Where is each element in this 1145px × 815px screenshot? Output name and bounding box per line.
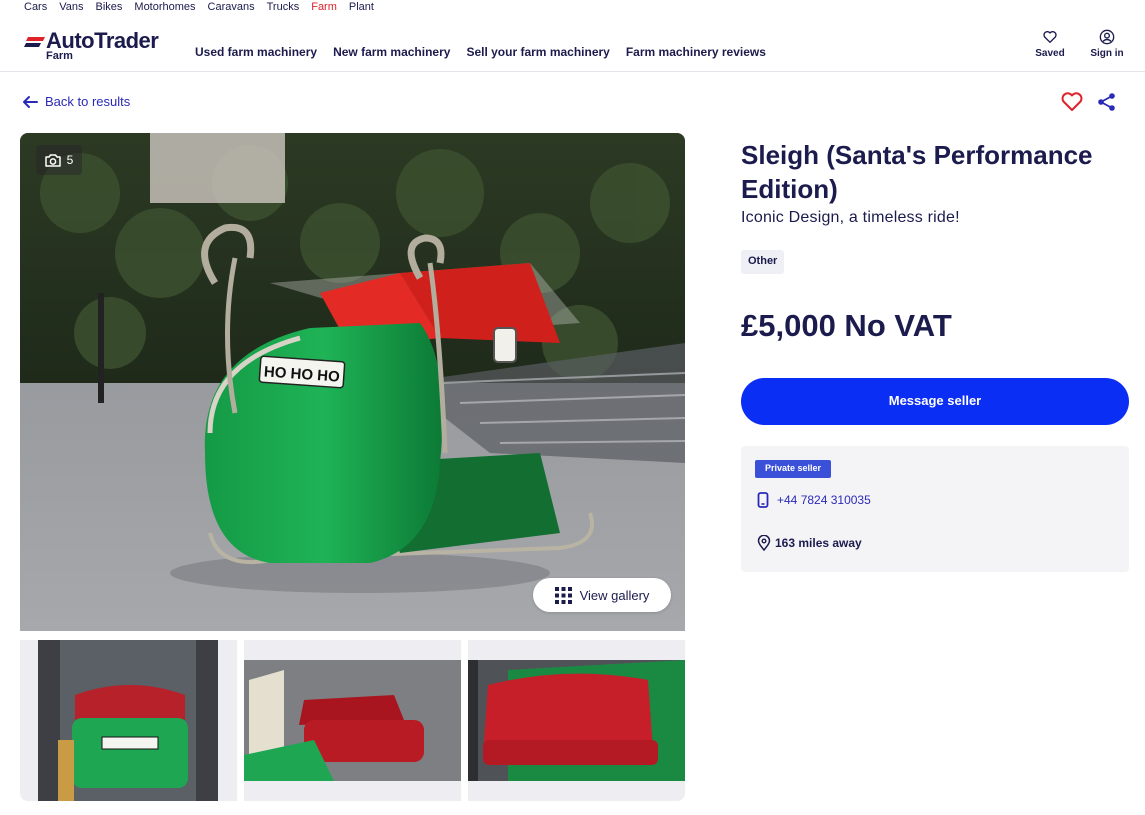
share-icon — [1098, 93, 1115, 111]
view-gallery-label: View gallery — [579, 587, 650, 603]
nav-used-farm-machinery[interactable]: Used farm machinery — [195, 45, 317, 59]
vehicle-nav-plant[interactable]: Plant — [349, 1, 374, 14]
thumbnail-3[interactable] — [468, 640, 685, 801]
listing-title: Sleigh (Santa's Performance Edition) — [741, 140, 1093, 204]
message-seller-button[interactable]: Message seller — [741, 378, 1129, 425]
photo-count-badge: 5 — [36, 145, 82, 175]
thumbnail-strip — [20, 640, 685, 801]
nav-farm-machinery-reviews[interactable]: Farm machinery reviews — [626, 45, 766, 59]
sign-in-label: Sign in — [1090, 48, 1124, 59]
seller-phone-number: +44 7824 310035 — [777, 493, 871, 507]
heart-icon — [1028, 29, 1072, 45]
vehicle-nav-cars[interactable]: Cars — [24, 1, 47, 14]
arrow-left-icon — [23, 95, 38, 108]
back-to-results-link[interactable]: Back to results — [22, 94, 130, 109]
heart-icon — [1061, 92, 1083, 111]
vehicle-nav-caravans[interactable]: Caravans — [208, 1, 255, 14]
camera-icon — [44, 154, 61, 167]
photo-count-value: 5 — [66, 153, 74, 167]
phone-icon — [757, 492, 769, 508]
grid-icon — [554, 586, 572, 604]
main-nav: Used farm machinery New farm machinery S… — [195, 45, 766, 59]
vehicle-nav-motorhomes[interactable]: Motorhomes — [134, 1, 195, 14]
vehicle-nav-trucks[interactable]: Trucks — [267, 1, 300, 14]
sign-in-button[interactable]: Sign in — [1085, 29, 1129, 59]
listing-price: £5,000 No VAT — [741, 308, 952, 343]
saved-label: Saved — [1035, 48, 1065, 59]
vehicle-nav-bikes[interactable]: Bikes — [96, 1, 123, 14]
vehicle-nav-farm[interactable]: Farm — [311, 1, 337, 14]
nav-sell-farm-machinery[interactable]: Sell your farm machinery — [466, 45, 609, 59]
vehicle-nav-vans[interactable]: Vans — [59, 1, 83, 14]
seller-distance-text: 163 miles away — [775, 536, 862, 550]
nav-new-farm-machinery[interactable]: New farm machinery — [333, 45, 450, 59]
seller-phone-link[interactable]: +44 7824 310035 — [757, 492, 871, 508]
view-gallery-button[interactable]: View gallery — [533, 578, 671, 612]
main-listing-photo[interactable]: HO HO HO 5 View gallery — [20, 133, 685, 631]
thumbnail-1[interactable] — [20, 640, 237, 801]
user-circle-icon — [1085, 29, 1129, 45]
logo-sub-text: Farm — [46, 50, 73, 62]
save-listing-button[interactable] — [1060, 91, 1084, 118]
seller-info-card: Private seller +44 7824 310035 163 miles… — [741, 446, 1129, 572]
location-pin-icon — [757, 535, 771, 551]
back-to-results-label: Back to results — [45, 94, 131, 109]
seller-distance: 163 miles away — [757, 535, 862, 551]
autotrader-logo[interactable]: AutoTrader Farm — [24, 28, 169, 62]
listing-subtitle: Iconic Design, a timeless ride! — [741, 209, 960, 226]
logo-swoosh-icon — [24, 37, 45, 47]
vehicle-type-nav: Cars Vans Bikes Motorhomes Caravans Truc… — [24, 1, 374, 14]
sleigh-photo: HO HO HO — [20, 133, 685, 631]
category-tag: Other — [741, 250, 785, 274]
thumbnail-2[interactable] — [244, 640, 461, 801]
site-header: AutoTrader Farm Used farm machinery New … — [0, 19, 1145, 72]
private-seller-badge: Private seller — [755, 460, 832, 478]
saved-button[interactable]: Saved — [1028, 29, 1072, 59]
share-button[interactable] — [1096, 91, 1118, 118]
